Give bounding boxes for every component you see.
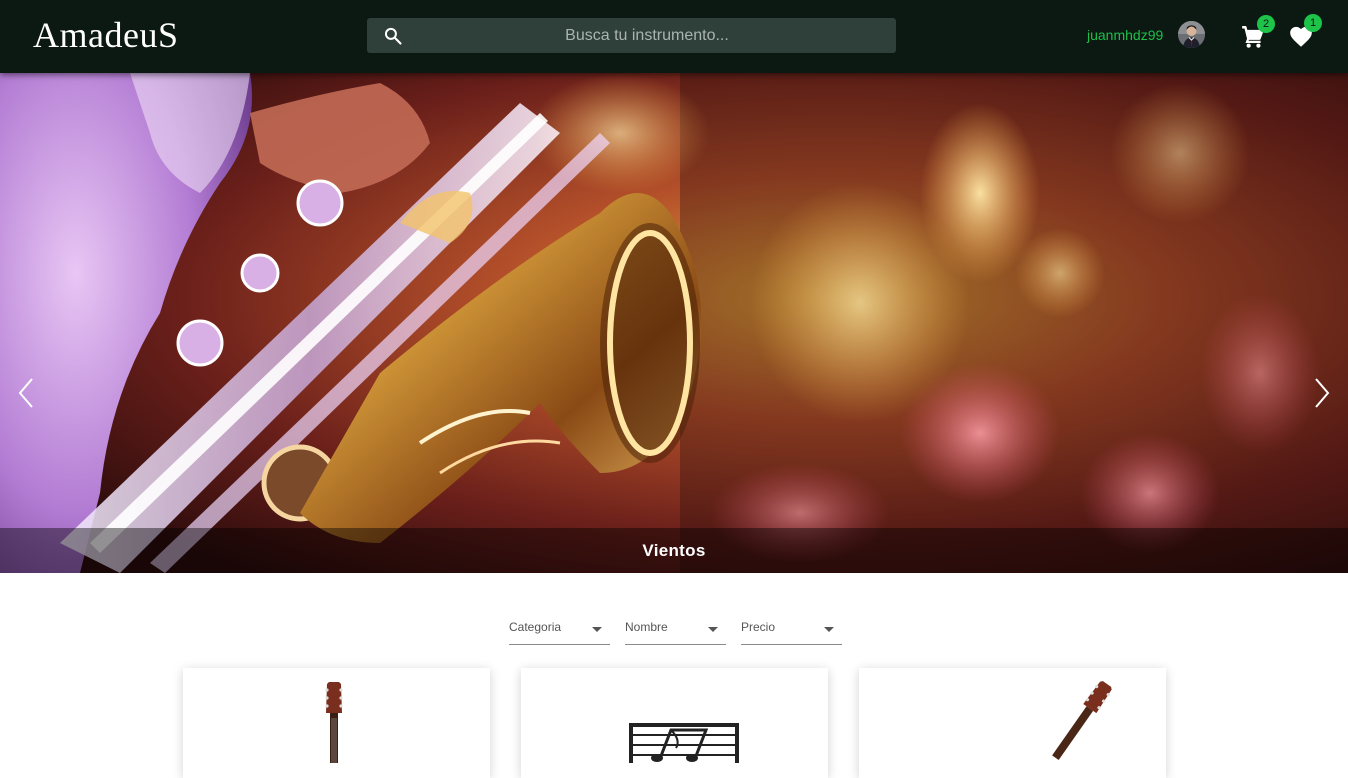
search-input[interactable]	[417, 18, 877, 53]
username-label[interactable]: juanmhdz99	[1087, 27, 1163, 43]
search-bar	[367, 18, 896, 53]
filter-name-select[interactable]: Nombre	[625, 612, 726, 645]
product-card[interactable]	[859, 668, 1166, 778]
filter-label: Nombre	[625, 620, 668, 634]
filter-category-select[interactable]: Categoria	[509, 612, 610, 645]
caret-down-icon	[592, 627, 602, 632]
site-logo[interactable]: AmadeuS	[33, 14, 178, 56]
filter-label: Categoria	[509, 620, 562, 634]
filter-price-select[interactable]: Precio	[741, 612, 842, 645]
filter-label: Precio	[741, 620, 776, 634]
chevron-left-icon[interactable]	[14, 373, 38, 413]
product-image	[629, 723, 739, 763]
top-navbar: AmadeuS juanmhdz99 2 1	[0, 0, 1348, 73]
product-card[interactable]	[521, 668, 828, 778]
chevron-right-icon[interactable]	[1310, 373, 1334, 413]
avatar[interactable]	[1178, 21, 1205, 48]
product-card[interactable]	[183, 668, 490, 778]
hero-carousel[interactable]: Vientos	[0, 73, 1348, 573]
search-icon[interactable]	[383, 26, 403, 46]
carousel-caption: Vientos	[642, 540, 706, 560]
caret-down-icon	[824, 627, 834, 632]
product-image	[325, 682, 343, 763]
carousel-slide-image	[0, 73, 1348, 573]
cart-count-badge: 2	[1257, 15, 1275, 33]
favorites-count-badge: 1	[1304, 14, 1322, 32]
carousel-caption-bar: Vientos	[0, 528, 1348, 573]
caret-down-icon	[708, 627, 718, 632]
product-image	[1052, 681, 1112, 761]
